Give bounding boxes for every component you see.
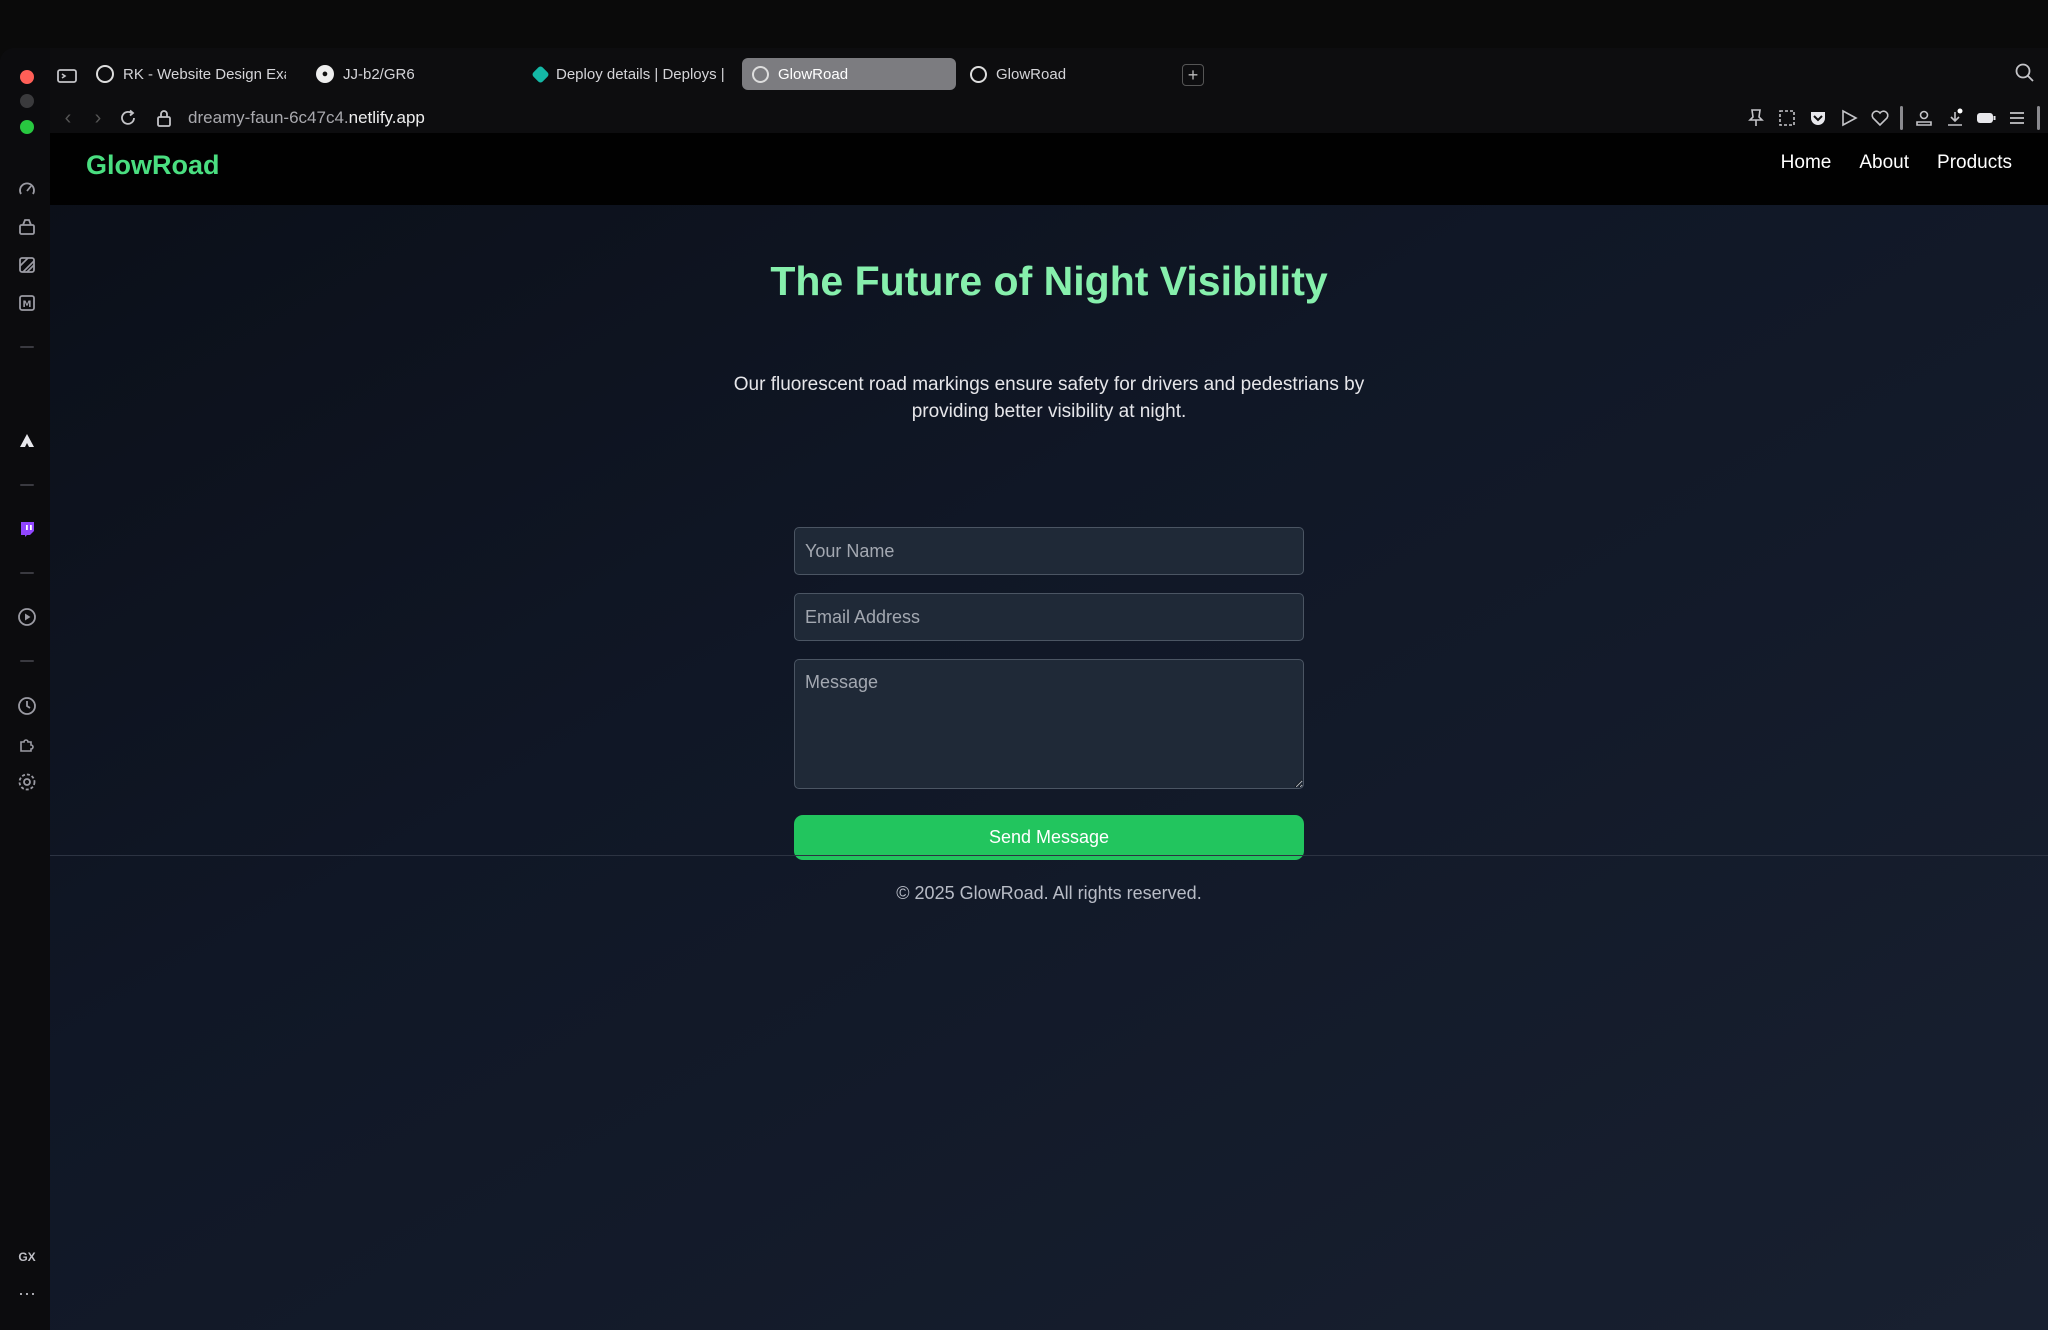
- contact-form: Send Message: [794, 527, 1304, 860]
- forward-icon[interactable]: ›: [84, 104, 112, 132]
- name-input[interactable]: [794, 527, 1304, 575]
- pin-icon[interactable]: [1745, 106, 1766, 130]
- heart-icon[interactable]: [1869, 106, 1890, 130]
- more-icon[interactable]: ···: [14, 1280, 40, 1306]
- site-nav: Home About Products: [1781, 152, 2012, 174]
- github-icon: ●: [316, 65, 334, 83]
- netlify-icon: [531, 64, 550, 84]
- sidebar-divider: [20, 572, 34, 574]
- browser-window: M GX ··· RK - Website Design Ex ● JJ-b2/…: [0, 48, 2048, 1330]
- nav-about-link[interactable]: About: [1859, 152, 1909, 174]
- site-header: GlowRoad Home About Products: [50, 133, 2048, 205]
- maximize-window-button[interactable]: [20, 120, 34, 134]
- nav-products-link[interactable]: Products: [1937, 152, 2012, 174]
- tab-strip: RK - Website Design Exam ● JJ-b2/GR6 Dep…: [50, 48, 2048, 100]
- speed-dial-icon[interactable]: [14, 176, 40, 202]
- send-icon[interactable]: [1838, 106, 1859, 130]
- tab-title: GlowRoad: [996, 65, 1067, 83]
- extensions-icon[interactable]: [14, 731, 40, 757]
- download-icon[interactable]: [1944, 106, 1965, 130]
- history-icon[interactable]: [14, 693, 40, 719]
- globe-icon: [752, 65, 769, 83]
- browser-sidebar: M GX ···: [0, 48, 50, 1330]
- svg-text:M: M: [23, 300, 32, 310]
- toolbar-divider: [2037, 106, 2040, 130]
- gx-badge[interactable]: GX: [14, 1244, 40, 1270]
- new-tab-button[interactable]: +: [1182, 64, 1204, 86]
- snapshot-icon[interactable]: [1776, 106, 1797, 130]
- reload-icon[interactable]: [114, 104, 142, 132]
- sidebar-divider: [20, 346, 34, 348]
- close-window-button[interactable]: [20, 70, 34, 84]
- tab-title: Deploy details | Deploys |: [556, 65, 724, 83]
- globe-icon: [970, 65, 987, 83]
- site-footer: © 2025 GlowRoad. All rights reserved.: [896, 883, 1202, 903]
- tab-glowroad-active[interactable]: GlowRoad: [742, 58, 956, 90]
- send-message-button[interactable]: Send Message: [794, 815, 1304, 860]
- tab-rk-website[interactable]: RK - Website Design Exam: [86, 58, 286, 90]
- toolbar-divider: [1900, 106, 1903, 130]
- tab-title: JJ-b2/GR6: [343, 65, 415, 83]
- twitch-icon[interactable]: [14, 516, 40, 542]
- tab-github[interactable]: ● JJ-b2/GR6: [306, 58, 486, 90]
- target-icon: [96, 65, 114, 83]
- message-textarea[interactable]: [794, 659, 1304, 789]
- toolbar: [1745, 106, 2040, 130]
- webpage: GlowRoad Home About Products The Future …: [50, 133, 2048, 1330]
- messenger-m-icon[interactable]: M: [14, 290, 40, 316]
- tab-title: RK - Website Design Exam: [123, 65, 286, 83]
- settings-gear-icon[interactable]: [14, 769, 40, 795]
- tab-search-icon[interactable]: [2014, 62, 2038, 86]
- hero-subtitle: Our fluorescent road markings ensure saf…: [733, 374, 1365, 422]
- tab-title: GlowRoad: [778, 65, 849, 83]
- wallpaper-icon[interactable]: [14, 252, 40, 278]
- hero-title: The Future of Night Visibility: [770, 258, 1328, 304]
- minimize-window-button[interactable]: [20, 94, 34, 108]
- sidebar-divider: [20, 660, 34, 662]
- footer-divider: [50, 855, 2048, 856]
- url-path: dreamy-faun-6c47c4.: [188, 108, 349, 127]
- site-logo[interactable]: GlowRoad: [86, 150, 220, 181]
- lock-icon: [156, 108, 176, 130]
- pocket-icon[interactable]: [1807, 106, 1828, 130]
- email-input[interactable]: [794, 593, 1304, 641]
- back-icon[interactable]: ‹: [54, 104, 82, 132]
- sidebar-divider: [20, 484, 34, 486]
- tab-glowroad[interactable]: GlowRoad: [960, 58, 1160, 90]
- player-icon[interactable]: [14, 604, 40, 630]
- menu-icon[interactable]: [2006, 106, 2027, 130]
- url-host: netlify.app: [348, 108, 425, 127]
- nav-home-link[interactable]: Home: [1781, 152, 1832, 174]
- url-field[interactable]: dreamy-faun-6c47c4.netlify.app: [188, 108, 425, 128]
- battery-icon[interactable]: [1975, 106, 1996, 130]
- tab-manager-icon[interactable]: [56, 64, 77, 88]
- aria-ai-icon[interactable]: [14, 428, 40, 454]
- account-icon[interactable]: [1913, 106, 1934, 130]
- shopping-icon[interactable]: [14, 214, 40, 240]
- tab-netlify-deploy[interactable]: Deploy details | Deploys |: [524, 58, 724, 90]
